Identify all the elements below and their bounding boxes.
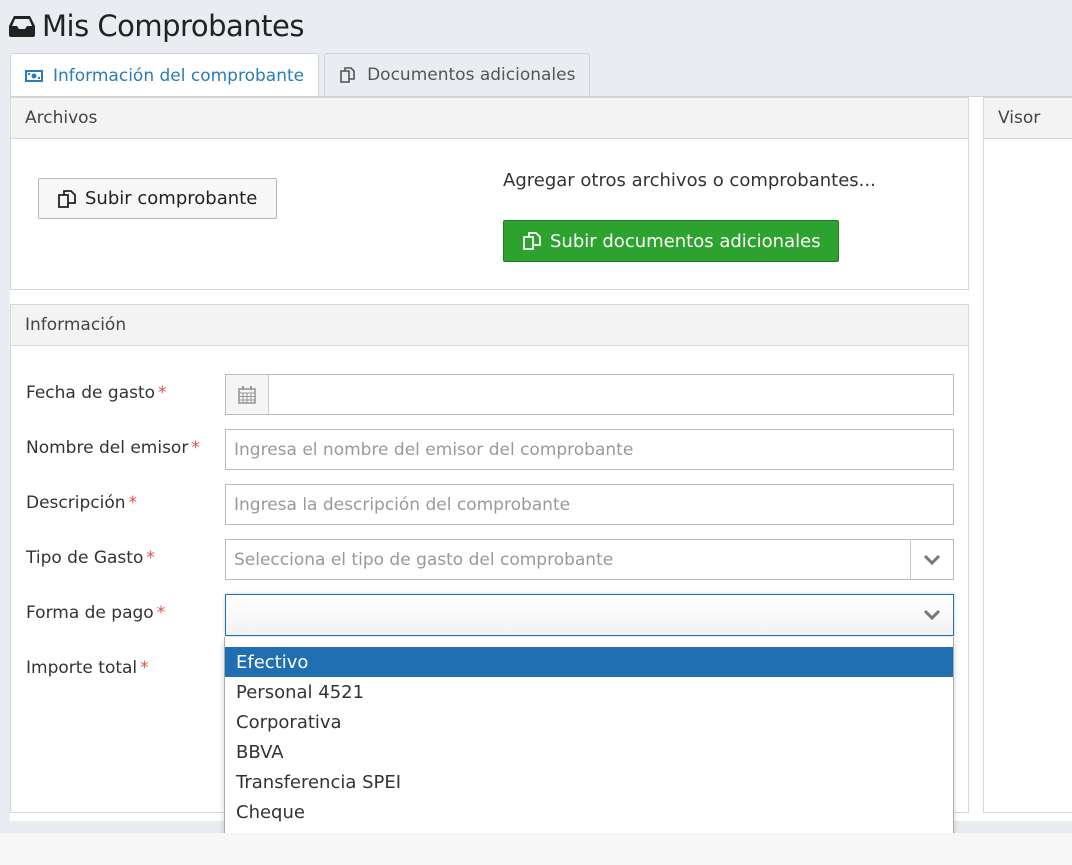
- forma-pago-toggle[interactable]: [910, 595, 953, 635]
- page-title: Mis Comprobantes: [42, 9, 304, 43]
- extra-files-text: Agregar otros archivos o comprobantes...: [503, 170, 876, 191]
- money-bill-icon: [25, 69, 43, 82]
- forma-pago-select[interactable]: [225, 594, 954, 636]
- required-marker: *: [140, 658, 149, 678]
- calendar-icon: [238, 385, 256, 404]
- inbox-tray-icon: [9, 16, 35, 37]
- option-efectivo[interactable]: Efectivo: [225, 647, 953, 677]
- descripcion-input[interactable]: Ingresa la descripción del comprobante: [225, 484, 954, 525]
- archivos-heading: Archivos: [11, 98, 968, 139]
- descripcion-label: Descripción *: [26, 493, 138, 513]
- informacion-heading: Información: [11, 305, 968, 346]
- tab-label: Información del comprobante: [53, 65, 305, 86]
- required-marker: *: [191, 438, 200, 458]
- chevron-down-icon: [923, 609, 940, 621]
- upload-comprobante-button[interactable]: Subir comprobante: [38, 178, 277, 219]
- required-marker: *: [128, 493, 138, 513]
- fecha-label: Fecha de gasto *: [26, 383, 167, 403]
- emisor-label: Nombre del emisor *: [26, 438, 200, 458]
- option-bbva[interactable]: BBVA: [225, 737, 953, 767]
- tab-label: Documentos adicionales: [367, 65, 576, 85]
- forma-pago-label: Forma de pago *: [26, 603, 166, 623]
- required-marker: *: [158, 383, 167, 403]
- footer: [0, 833, 1072, 865]
- emisor-input[interactable]: Ingresa el nombre del emisor del comprob…: [225, 429, 954, 470]
- tab-informacion-comprobante[interactable]: Información del comprobante: [10, 53, 320, 97]
- tab-documentos-adicionales[interactable]: Documentos adicionales: [324, 53, 591, 96]
- visor-heading: Visor: [984, 98, 1072, 139]
- tipo-gasto-toggle[interactable]: [910, 540, 953, 579]
- required-marker: *: [156, 603, 166, 623]
- copy-documents-icon: [58, 189, 76, 208]
- option-cheque[interactable]: Cheque: [225, 797, 953, 827]
- option-personal[interactable]: Personal 4521: [225, 677, 953, 707]
- tab-bar: Información del comprobante Documentos a…: [10, 53, 595, 97]
- copy-documents-icon: [340, 67, 355, 83]
- option-corporativa[interactable]: Corporativa: [225, 707, 953, 737]
- copy-documents-icon: [523, 232, 541, 250]
- forma-pago-dropdown: Efectivo Personal 4521 Corporativa BBVA …: [224, 637, 954, 837]
- tipo-gasto-select[interactable]: Selecciona el tipo de gasto del comproba…: [225, 539, 954, 580]
- calendar-button[interactable]: [226, 375, 269, 414]
- chevron-down-icon: [923, 554, 941, 565]
- tipo-gasto-label: Tipo de Gasto *: [26, 548, 155, 568]
- required-marker: *: [146, 548, 155, 568]
- option-transferencia[interactable]: Transferencia SPEI: [225, 767, 953, 797]
- importe-label: Importe total *: [26, 658, 149, 678]
- upload-additional-docs-button[interactable]: Subir documentos adicionales: [503, 220, 839, 262]
- page-header: Mis Comprobantes: [0, 0, 1072, 52]
- visor-panel: Visor: [983, 97, 1072, 813]
- fecha-input[interactable]: [225, 374, 954, 415]
